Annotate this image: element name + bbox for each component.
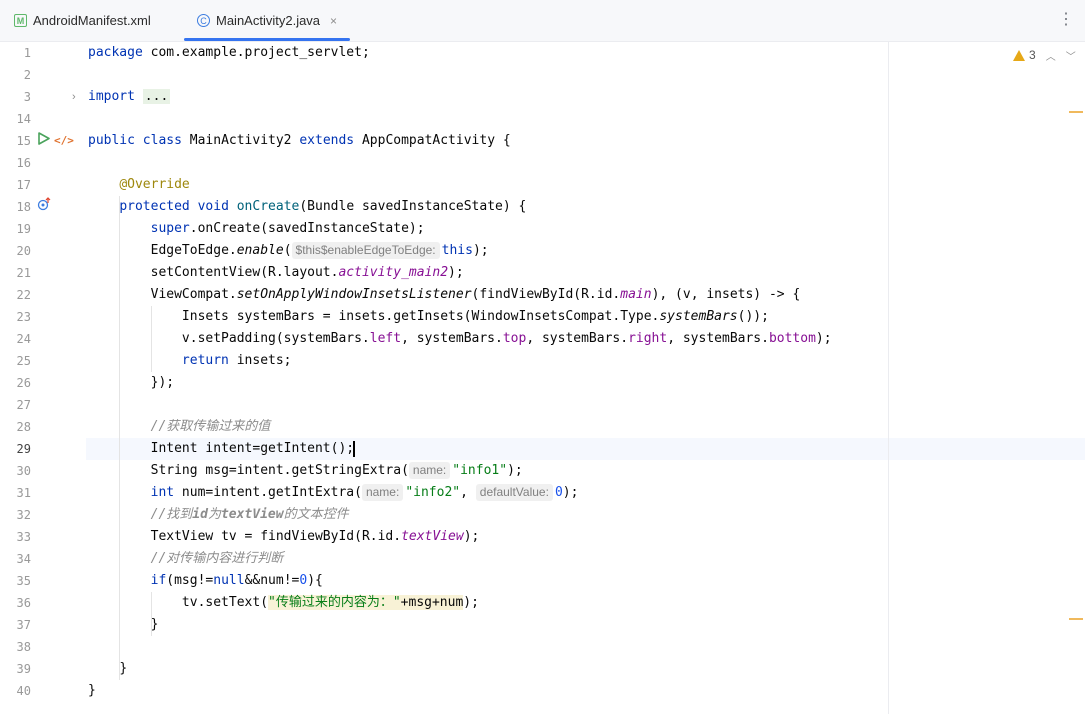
line-number: 1	[23, 46, 31, 60]
line-number: 39	[16, 662, 31, 676]
code-line-current: Intent intent=getIntent();	[150, 440, 356, 457]
warning-marker[interactable]	[1069, 618, 1083, 620]
line-number: 21	[16, 266, 31, 280]
line-number: 35	[16, 574, 31, 588]
line-number: 37	[16, 618, 31, 632]
inspection-widget[interactable]: 3 ︿ ﹀	[1013, 46, 1076, 64]
line-number: 33	[16, 530, 31, 544]
code-line: v.setPadding(systemBars.left, systemBars…	[181, 331, 832, 346]
warning-icon	[1013, 49, 1025, 61]
code-comment: //获取传输过来的值	[150, 419, 271, 434]
warning-count: 3	[1029, 48, 1036, 62]
java-class-icon: C	[197, 14, 210, 27]
code-line: TextView tv = findViewById(R.id.textView…	[150, 529, 480, 544]
line-number: 38	[16, 640, 31, 654]
line-number: 19	[16, 222, 31, 236]
tab-label: MainActivity2.java	[216, 13, 321, 28]
run-gutter-icon[interactable]	[37, 130, 50, 152]
code-line: import ...	[88, 89, 171, 104]
code-line: if(msg!=null&&num!=0){	[150, 573, 323, 588]
code-line: String msg=intent.getStringExtra(name: "i…	[150, 462, 523, 479]
vertical-scrollbar[interactable]	[1076, 42, 1085, 714]
line-number: 22	[16, 288, 31, 302]
code-line: }	[88, 683, 96, 698]
chevron-down-icon[interactable]: ﹀	[1066, 48, 1076, 63]
code-line: return insets;	[181, 353, 292, 368]
line-number: 14	[16, 112, 31, 126]
line-number: 2	[23, 68, 31, 82]
text-caret	[353, 440, 356, 457]
line-number: 25	[16, 354, 31, 368]
tab-androidmanifest[interactable]: M AndroidManifest.xml	[14, 0, 151, 41]
line-number: 28	[16, 420, 31, 434]
line-number: 27	[16, 398, 31, 412]
code-comment: //对传输内容进行判断	[150, 551, 284, 566]
line-number: 26	[16, 376, 31, 390]
xml-file-icon: M	[14, 14, 27, 27]
code-line: ViewCompat.setOnApplyWindowInsetsListene…	[150, 287, 801, 302]
parameter-hint: $this$enableEdgeToEdge:	[291, 242, 440, 259]
line-number: 34	[16, 552, 31, 566]
code-line: EdgeToEdge.enable($this$enableEdgeToEdge…	[150, 242, 489, 259]
close-tab-icon[interactable]: ×	[330, 14, 337, 28]
code-line: super.onCreate(savedInstanceState);	[150, 221, 425, 236]
line-number: 32	[16, 508, 31, 522]
line-number: 24	[16, 332, 31, 346]
code-line: package com.example.project_servlet;	[88, 45, 370, 60]
line-number-current: 29	[16, 442, 31, 456]
folded-imports[interactable]: ...	[142, 89, 171, 104]
active-tab-indicator	[184, 38, 350, 41]
code-line: tv.setText("传输过来的内容为："+msg+num);	[181, 595, 479, 610]
warning-marker[interactable]	[1069, 111, 1083, 113]
editor-gutter: 1 2 3 14 15 16 17 18 19 20 21 22 23 24 2…	[0, 42, 86, 714]
code-line: int num=intent.getIntExtra(name: "info2",…	[150, 484, 579, 501]
code-line: //找到id为textView的文本控件	[150, 507, 349, 522]
code-editor[interactable]: package com.example.project_servlet; imp…	[86, 42, 1085, 714]
code-line: setContentView(R.layout.activity_main2);	[150, 265, 464, 280]
expand-fold-icon[interactable]: ›	[72, 86, 76, 108]
parameter-hint: name:	[408, 462, 451, 479]
line-number: 3	[23, 90, 31, 104]
code-line: });	[150, 375, 175, 390]
code-line: Insets systemBars = insets.getInsets(Win…	[181, 309, 769, 324]
code-line: @Override	[119, 177, 190, 192]
code-line: }	[119, 661, 128, 676]
code-line: public class MainActivity2 extends AppCo…	[88, 133, 511, 148]
code-line: protected void onCreate(Bundle savedInst…	[119, 199, 527, 214]
code-line: //对传输内容进行判断	[88, 548, 284, 570]
line-number: 20	[16, 244, 31, 258]
code-line: }	[150, 617, 159, 632]
chevron-up-icon[interactable]: ︿	[1046, 48, 1056, 63]
tab-mainactivity2[interactable]: C MainActivity2.java ×	[197, 0, 337, 41]
line-number: 15	[16, 134, 31, 148]
line-number: 31	[16, 486, 31, 500]
parameter-hint: defaultValue:	[475, 484, 553, 501]
right-margin-guide	[888, 42, 889, 714]
code-line: //获取传输过来的值	[88, 416, 271, 438]
editor-tab-bar: M AndroidManifest.xml C MainActivity2.ja…	[0, 0, 1085, 42]
line-number: 16	[16, 156, 31, 170]
parameter-hint: name:	[361, 484, 404, 501]
overrides-method-icon[interactable]	[37, 196, 51, 218]
line-number: 23	[16, 310, 31, 324]
line-number: 40	[16, 684, 31, 698]
more-options-icon[interactable]: ⋮	[1058, 10, 1074, 30]
line-number: 17	[16, 178, 31, 192]
line-number: 36	[16, 596, 31, 610]
line-number: 30	[16, 464, 31, 478]
code-tag-icon[interactable]: </>	[54, 130, 74, 152]
line-number: 18	[16, 200, 31, 214]
tab-label: AndroidManifest.xml	[33, 13, 151, 28]
